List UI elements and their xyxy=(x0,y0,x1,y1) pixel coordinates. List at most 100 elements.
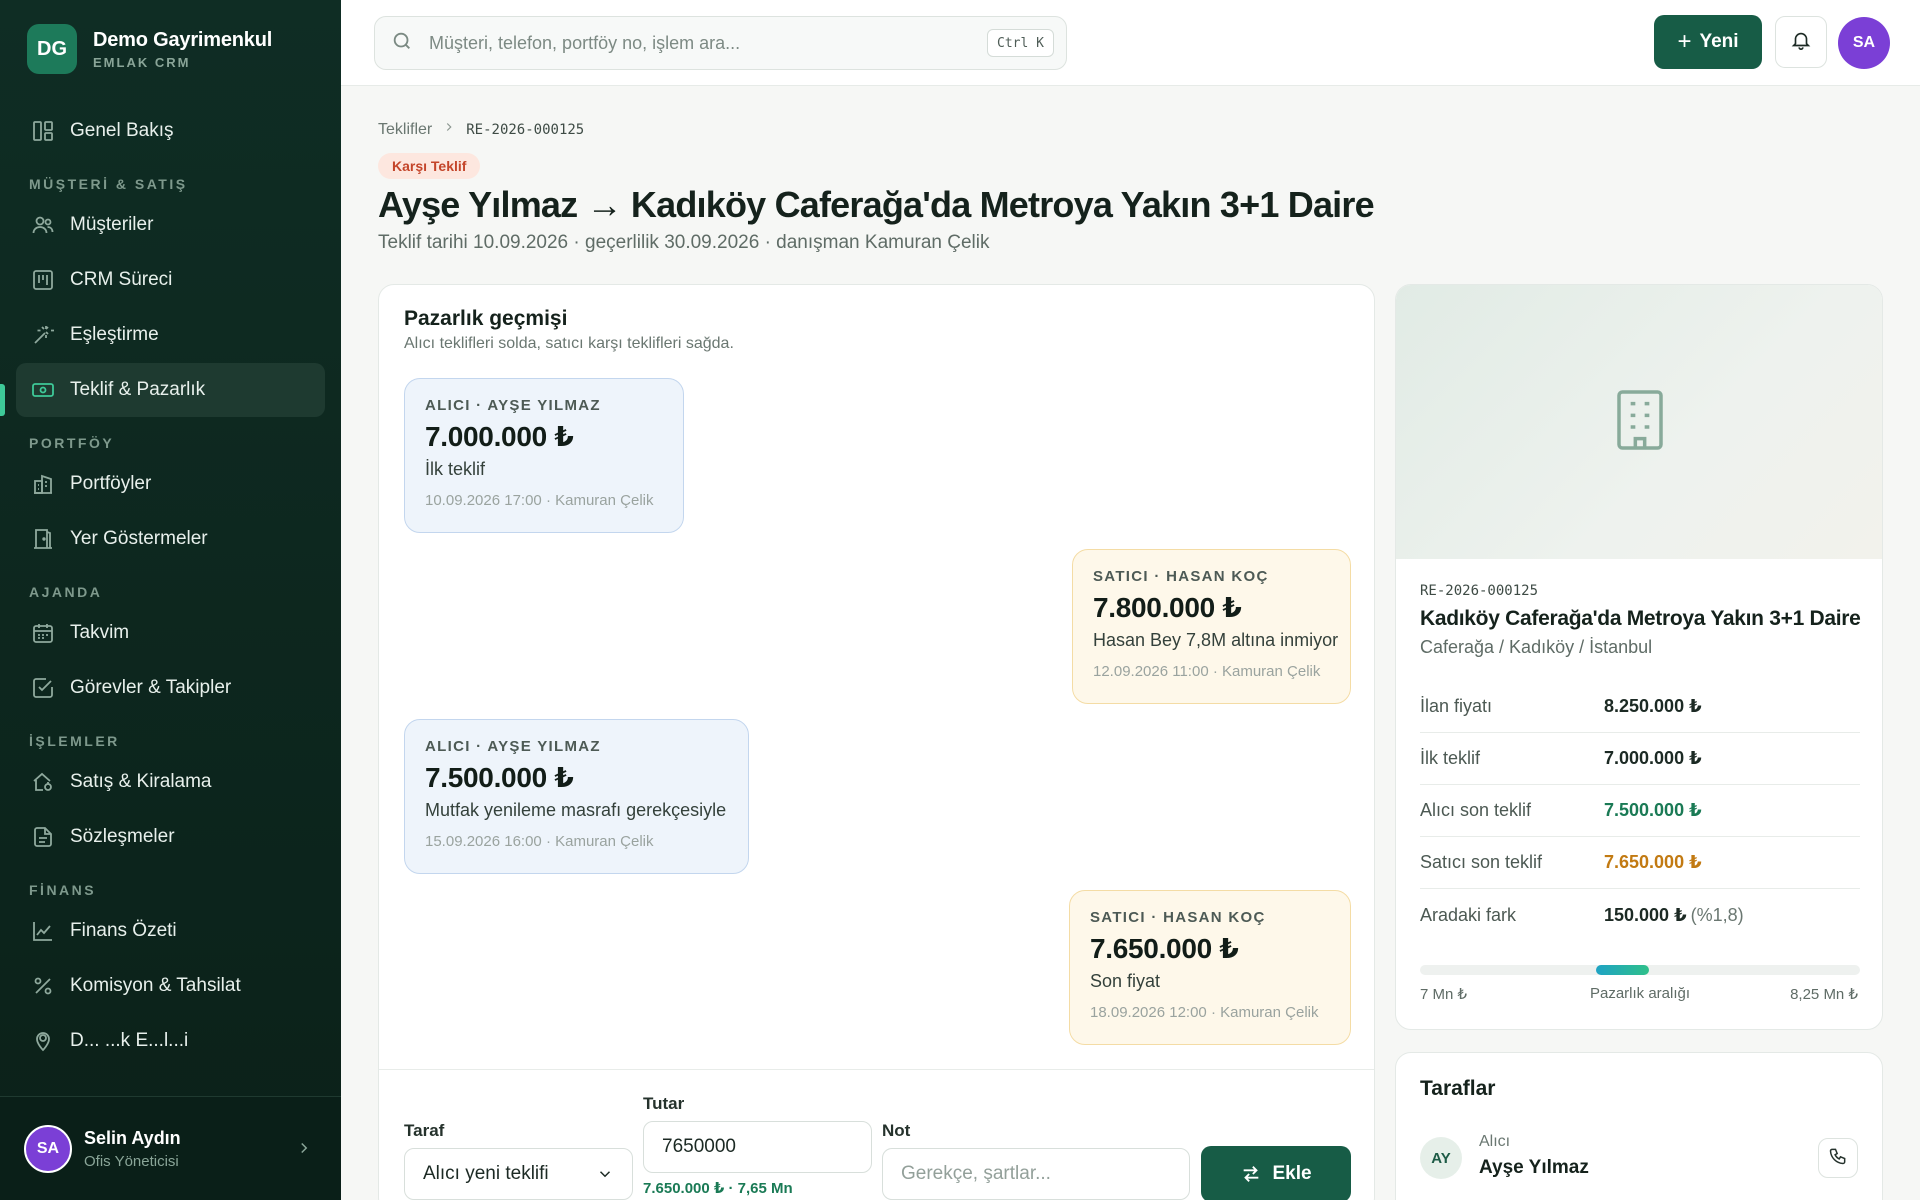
add-offer-form: Taraf Alıcı yeni teklifi Tutar 7650000 7… xyxy=(379,1069,1374,1200)
offer-note: Hasan Bey 7,8M altına inmiyor xyxy=(1093,630,1339,650)
dashboard-icon xyxy=(30,118,56,144)
price-row-label: Satıcı son teklif xyxy=(1420,852,1543,872)
line-chart-icon xyxy=(30,918,56,944)
section-finance: FİNANS xyxy=(29,882,97,898)
amount-input[interactable]: 7650000 xyxy=(643,1121,872,1173)
brand-name: Demo Gayrimenkul xyxy=(93,28,273,51)
sidebar-item-portfolios[interactable]: Portföyler xyxy=(16,457,325,511)
user-role: Ofis Yöneticisi xyxy=(84,1152,179,1170)
sidebar-item-commission[interactable]: Komisyon & Tahsilat xyxy=(16,959,325,1013)
search-input[interactable] xyxy=(429,32,969,54)
chevron-right-icon xyxy=(295,1139,313,1162)
offer-party: SATICI · HASAN KOÇ xyxy=(1093,568,1269,585)
sidebar-item-sales-rentals[interactable]: Satış & Kiralama xyxy=(16,755,325,809)
sidebar-item-label: Müşteriler xyxy=(70,214,154,235)
search-icon xyxy=(391,30,415,57)
offer-meta: 18.09.2026 12:00 · Kamuran Çelik xyxy=(1090,1004,1319,1021)
card-title: Taraflar xyxy=(1420,1077,1496,1100)
amount-label: Tutar xyxy=(643,1094,685,1113)
offer-bubble-seller: SATICI · HASAN KOÇ 7.650.000 ₺ Son fiyat… xyxy=(1069,890,1351,1045)
phone-icon xyxy=(1828,1146,1848,1171)
avatar: SA xyxy=(24,1124,72,1173)
brand-logo: DG xyxy=(27,24,77,74)
property-image-placeholder xyxy=(1396,285,1882,559)
note-input[interactable]: Gerekçe, şartlar... xyxy=(882,1148,1190,1200)
user-profile[interactable]: SA Selin Aydın Ofis Yöneticisi xyxy=(0,1096,341,1200)
sidebar: DG Demo Gayrimenkul EMLAK CRM Genel Bakı… xyxy=(0,0,341,1200)
party-label: Taraf xyxy=(404,1121,445,1140)
brand[interactable]: DG Demo Gayrimenkul EMLAK CRM xyxy=(27,24,272,74)
call-button[interactable] xyxy=(1818,1138,1858,1178)
sidebar-item-label: Komisyon & Tahsilat xyxy=(70,975,241,996)
negotiation-history-card: Pazarlık geçmişi Alıcı teklifleri solda,… xyxy=(378,284,1375,1200)
price-summary: İlan fiyatı 8.250.000 ₺ İlk teklif 7.000… xyxy=(1420,681,1860,941)
negotiation-range-fill xyxy=(1596,965,1649,975)
price-row: Satıcı son teklif 7.650.000 ₺ xyxy=(1420,837,1860,889)
shortcut-hint: Ctrl K xyxy=(987,29,1054,57)
search-bar[interactable]: Ctrl K xyxy=(374,16,1067,70)
offer-note: İlk teklif xyxy=(425,459,486,479)
sidebar-item-label: Teklif & Pazarlık xyxy=(70,379,206,400)
range-max-label: 8,25 Mn ₺ xyxy=(1790,986,1858,1003)
sidebar-item-offers[interactable]: Teklif & Pazarlık xyxy=(16,363,325,417)
amount-hint: 7.650.000 ₺ · 7,65 Mn xyxy=(643,1180,793,1197)
sidebar-item-crm[interactable]: CRM Süreci xyxy=(16,253,325,307)
party-select-value: Alıcı yeni teklifi xyxy=(423,1163,549,1184)
price-row: Aradaki fark 150.000 ₺ (%1,8) xyxy=(1420,889,1860,941)
brand-subtitle: EMLAK CRM xyxy=(93,54,191,70)
avatar[interactable]: SA xyxy=(1838,17,1890,69)
add-offer-button[interactable]: Ekle xyxy=(1201,1146,1351,1200)
sidebar-item-showings[interactable]: Yer Göstermeler xyxy=(16,512,325,566)
note-input-placeholder: Gerekçe, şartlar... xyxy=(901,1163,1051,1184)
offer-note: Mutfak yenileme masrafı gerekçesiyle xyxy=(425,800,727,820)
avatar: AY xyxy=(1420,1137,1462,1179)
breadcrumb-current: RE-2026-000125 xyxy=(466,121,585,138)
new-button[interactable]: + Yeni xyxy=(1654,15,1762,69)
buildings-icon xyxy=(30,471,56,497)
bell-icon xyxy=(1790,29,1812,56)
section-portfolio: PORTFÖY xyxy=(29,435,115,451)
price-gap-percent: (%1,8) xyxy=(1690,904,1744,925)
user-name: Selin Aydın xyxy=(84,1127,181,1148)
sidebar-nav: Genel Bakış MÜŞTERİ & SATIŞ Müşteriler C… xyxy=(16,104,325,1069)
add-offer-label: Ekle xyxy=(1272,1163,1312,1184)
price-row: Alıcı son teklif 7.500.000 ₺ xyxy=(1420,785,1860,837)
price-row-label: İlan fiyatı xyxy=(1420,696,1493,716)
sidebar-item-overview[interactable]: Genel Bakış xyxy=(16,104,325,158)
offer-amount: 7.800.000 ₺ xyxy=(1093,592,1242,623)
offer-meta: 15.09.2026 16:00 · Kamuran Çelik xyxy=(425,833,654,850)
notifications-button[interactable] xyxy=(1775,16,1827,68)
sidebar-item-contracts[interactable]: Sözleşmeler xyxy=(16,810,325,864)
kanban-icon xyxy=(30,267,56,293)
sidebar-item-label: Yer Göstermeler xyxy=(70,528,208,549)
party-name[interactable]: Ayşe Yılmaz xyxy=(1479,1157,1589,1179)
sidebar-item-label: Görevler & Takipler xyxy=(70,677,232,698)
property-title[interactable]: Kadıköy Caferağa'da Metroya Yakın 3+1 Da… xyxy=(1420,607,1861,631)
chevron-right-icon xyxy=(442,120,456,139)
offer-bubble-seller: SATICI · HASAN KOÇ 7.800.000 ₺ Hasan Bey… xyxy=(1072,549,1351,704)
price-row-value: 7.500.000 ₺ xyxy=(1604,800,1702,820)
offer-party: ALICI · AYŞE YILMAZ xyxy=(425,738,601,755)
offer-amount: 7.500.000 ₺ xyxy=(425,762,574,793)
sidebar-item-finance-summary[interactable]: Finans Özeti xyxy=(16,904,325,958)
banknote-icon xyxy=(30,377,56,403)
sidebar-item-tasks[interactable]: Görevler & Takipler xyxy=(16,661,325,715)
sidebar-item-partial[interactable]: D... ...k E...l...i xyxy=(16,1014,325,1068)
section-agenda: AJANDA xyxy=(29,584,103,600)
property-summary-card: RE-2026-000125 Kadıköy Caferağa'da Metro… xyxy=(1395,284,1883,1030)
status-badge: Karşı Teklif xyxy=(378,153,481,179)
offer-bubble-buyer: ALICI · AYŞE YILMAZ 7.500.000 ₺ Mutfak y… xyxy=(404,719,749,874)
sidebar-item-customers[interactable]: Müşteriler xyxy=(16,198,325,252)
offer-note: Son fiyat xyxy=(1090,971,1161,991)
party-select[interactable]: Alıcı yeni teklifi xyxy=(404,1148,633,1200)
sidebar-item-calendar[interactable]: Takvim xyxy=(16,606,325,660)
price-row: İlan fiyatı 8.250.000 ₺ xyxy=(1420,681,1860,733)
chevron-down-icon xyxy=(596,1165,614,1189)
range-mid-label: Pazarlık aralığı xyxy=(1589,985,1691,1002)
sidebar-item-matching[interactable]: Eşleştirme xyxy=(16,308,325,362)
breadcrumb-parent[interactable]: Teklifler xyxy=(378,121,432,139)
offer-meta: 10.09.2026 17:00 · Kamuran Çelik xyxy=(425,492,654,509)
section-operations: İŞLEMLER xyxy=(29,733,120,749)
sidebar-item-label: D... ...k E...l...i xyxy=(70,1030,189,1051)
page-title: Ayşe Yılmaz → Kadıköy Caferağa'da Metroy… xyxy=(378,184,1375,225)
